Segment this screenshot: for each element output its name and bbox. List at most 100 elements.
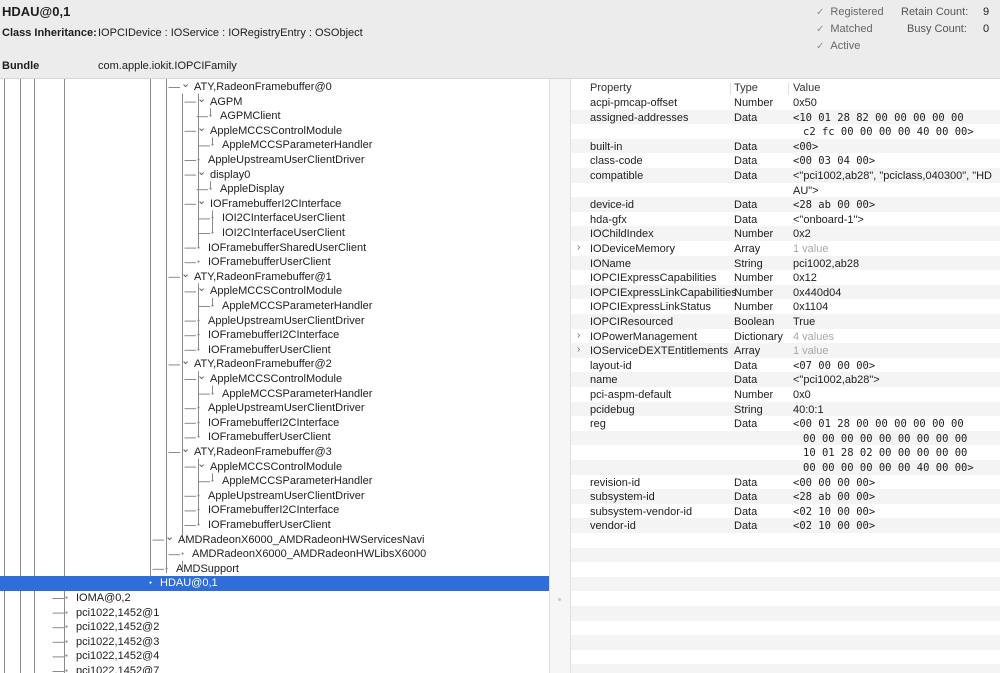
property-name: IOPCIExpressLinkCapabilities: [590, 286, 737, 299]
tree-node[interactable]: ● pci1022,1452@2: [65, 620, 159, 634]
disclosure-chevron-icon[interactable]: ⌄: [197, 457, 210, 471]
leaf-dot-icon: ●: [211, 390, 215, 397]
tree-node-label: AppleDisplay: [220, 183, 285, 196]
retain-count-value: 9: [983, 6, 990, 18]
disclosure-chevron-icon[interactable]: ⌄: [197, 281, 210, 295]
tree-node[interactable]: ● IOFramebufferSharedUserClient: [197, 241, 366, 255]
leaf-dot-icon: ●: [211, 230, 215, 236]
tree-node[interactable]: ● AppleUpstreamUserClientDriver: [197, 489, 365, 503]
tree-node-label: pci1022,1452@1: [76, 606, 160, 619]
disclosure-chevron-icon[interactable]: ›: [577, 344, 580, 355]
disclosure-chevron-icon[interactable]: ⌄: [181, 354, 194, 368]
active-label: Active: [830, 40, 861, 52]
tree-node-label: AGPM: [210, 95, 243, 108]
tree-node[interactable]: ● IOI2CInterfaceUserClient: [211, 226, 345, 240]
column-separator[interactable]: [730, 83, 731, 95]
table-row-stripe: [571, 197, 1000, 212]
object-title: HDAU@0,1: [2, 4, 71, 19]
tree-node-label: IOFramebufferI2CInterface: [208, 329, 340, 342]
tree-node[interactable]: ⌄ AGPM: [197, 92, 243, 109]
property-name: subsystem-vendor-id: [590, 505, 693, 518]
tree-node[interactable]: ● AppleMCCSParameterHandler: [211, 387, 372, 401]
registered-flag: ✓ Registered: [816, 6, 884, 18]
tree-node[interactable]: ● IOFramebufferUserClient: [197, 343, 331, 357]
column-separator[interactable]: [788, 83, 789, 95]
table-row-stripe: [571, 606, 1000, 621]
leaf-dot-icon: ●: [197, 434, 201, 441]
property-type: Data: [734, 140, 758, 153]
tree-node[interactable]: ● AppleMCCSParameterHandler: [211, 138, 372, 152]
tree-node[interactable]: ● AppleMCCSParameterHandler: [211, 299, 372, 313]
tree-node[interactable]: ⌄ AppleMCCSControlModule: [197, 121, 342, 138]
tree-node[interactable]: ● pci1022,1452@7: [65, 664, 159, 673]
property-name: vendor-id: [590, 520, 636, 533]
property-name: name: [590, 374, 618, 387]
tree-node[interactable]: ● AGPMClient: [209, 109, 281, 123]
tree-node[interactable]: ● IOI2CInterfaceUserClient: [211, 211, 345, 225]
tree-node[interactable]: ● IOFramebufferI2CInterface: [197, 416, 339, 430]
property-type: Number: [734, 389, 774, 401]
leaf-dot-icon: ●: [197, 244, 201, 251]
tree-node[interactable]: ● IOFramebufferUserClient: [197, 255, 331, 269]
leaf-dot-icon: ●: [65, 624, 69, 631]
tree-node[interactable]: ● IOFramebufferUserClient: [197, 430, 331, 444]
tree-node[interactable]: ⌄ AMDRadeonX6000_AMDRadeonHWServicesNavi: [165, 530, 424, 547]
tree-node[interactable]: ● pci1022,1452@1: [65, 606, 159, 620]
disclosure-chevron-icon[interactable]: ⌄: [197, 369, 210, 383]
disclosure-chevron-icon[interactable]: ⌄: [197, 194, 210, 208]
tree-node[interactable]: ● AppleUpstreamUserClientDriver: [197, 401, 365, 415]
column-header-value[interactable]: Value: [793, 82, 820, 94]
tree-node[interactable]: ● AppleUpstreamUserClientDriver: [197, 314, 365, 328]
disclosure-chevron-icon[interactable]: ⌄: [197, 121, 210, 135]
tree-node[interactable]: ⌄ AppleMCCSControlModule: [197, 281, 342, 298]
property-name: pci-aspm-default: [590, 389, 672, 401]
tree-node[interactable]: ● IOFramebufferI2CInterface: [197, 503, 339, 517]
tree-node[interactable]: ● pci1022,1452@4: [65, 649, 159, 663]
table-row-stripe: [571, 664, 1000, 673]
property-type: String: [734, 257, 763, 270]
tree-node[interactable]: ● AppleUpstreamUserClientDriver: [197, 153, 365, 167]
property-value: 4 values: [793, 330, 834, 343]
disclosure-chevron-icon[interactable]: ⌄: [165, 530, 178, 544]
tree-node[interactable]: ● IOFramebufferI2CInterface: [197, 328, 339, 342]
disclosure-chevron-icon[interactable]: ›: [577, 242, 580, 253]
property-name: acpi-pmcap-offset: [590, 97, 678, 109]
tree-node[interactable]: ● AppleDisplay: [209, 182, 284, 196]
disclosure-chevron-icon[interactable]: ⌄: [181, 79, 194, 91]
tree-node[interactable]: ● AMDSupport: [165, 562, 239, 576]
busy-count-label: Busy Count:: [907, 23, 967, 35]
tree-node-label: display0: [210, 168, 251, 181]
property-value: <"onboard-1">: [793, 213, 864, 226]
property-type: Boolean: [734, 316, 775, 328]
checkmark-icon: ✓: [816, 7, 825, 18]
registry-tree[interactable]: ⌄ ATY,RadeonFramebuffer@0 ⌄ AGPM ● AGPMClient…: [0, 79, 549, 673]
tree-node[interactable]: ● IOMA@0,2: [65, 591, 131, 605]
disclosure-chevron-icon[interactable]: ⌄: [197, 92, 210, 106]
leaf-dot-icon: ●: [197, 346, 201, 353]
properties-table[interactable]: Property Type Value acpi-pmcap-offset Num…: [571, 79, 1000, 673]
split-view-divider[interactable]: [549, 79, 571, 673]
column-header-type[interactable]: Type: [734, 82, 758, 94]
tree-node[interactable]: ⌄ AppleMCCSControlModule: [197, 457, 342, 474]
tree-node[interactable]: ● AppleMCCSParameterHandler: [211, 474, 372, 488]
disclosure-chevron-icon[interactable]: ⌄: [197, 165, 210, 179]
table-row-stripe: [571, 547, 1000, 563]
leaf-dot-icon: ●: [197, 507, 201, 514]
property-name: IOPCIExpressLinkStatus: [590, 301, 712, 314]
tree-node[interactable]: ● pci1022,1452@3: [65, 635, 159, 649]
column-header-property[interactable]: Property: [590, 82, 632, 94]
tree-node[interactable]: ⌄ AppleMCCSControlModule: [197, 369, 342, 386]
tree-node[interactable]: ⌄ IOFramebufferI2CInterface: [197, 194, 341, 211]
disclosure-chevron-icon[interactable]: ⌄: [181, 442, 194, 456]
disclosure-chevron-icon[interactable]: ⌄: [181, 267, 194, 281]
property-value: <00 00 00 00>: [793, 476, 876, 489]
tree-node[interactable]: ● IOFramebufferUserClient: [197, 518, 331, 532]
property-value: <28 ab 00 00>: [793, 491, 876, 504]
disclosure-chevron-icon[interactable]: ›: [577, 330, 580, 341]
tree-node[interactable]: ⌄ display0: [197, 165, 251, 182]
tree-node-selected[interactable]: ● HDAU@0,1: [149, 576, 218, 590]
property-type: Data: [734, 155, 758, 168]
property-name: reg: [590, 418, 606, 431]
tree-node[interactable]: ● AMDRadeonX6000_AMDRadeonHWLibsX6000: [181, 547, 426, 561]
leaf-dot-icon: ●: [65, 653, 69, 660]
